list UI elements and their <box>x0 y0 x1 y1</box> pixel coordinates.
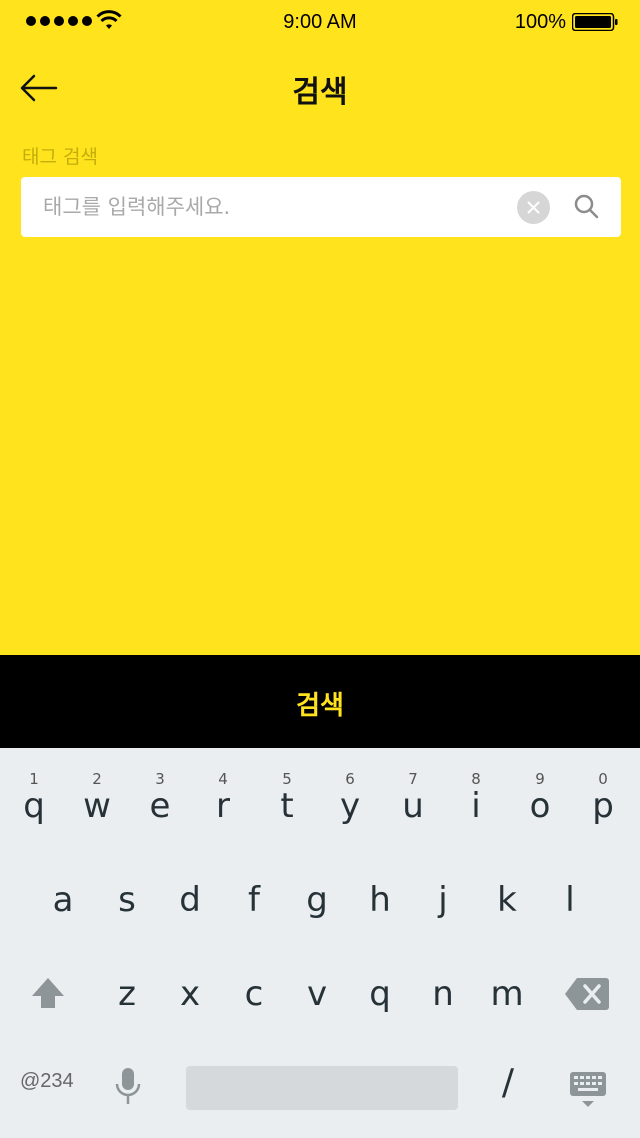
key-label: l <box>565 880 575 920</box>
submit-search-button[interactable]: 검색 <box>0 655 640 748</box>
shift-key[interactable] <box>28 974 68 1014</box>
search-button[interactable] <box>573 193 601 221</box>
key-label: m <box>490 974 524 1014</box>
key-label: q <box>369 974 391 1014</box>
submit-search-label: 검색 <box>296 691 344 721</box>
key-label: h <box>369 880 391 920</box>
microphone-icon <box>115 1068 141 1104</box>
key-label: z <box>118 974 136 1014</box>
key-label: j <box>438 880 448 920</box>
status-bar: 9:00 AM 100% <box>0 0 640 44</box>
key-s[interactable]: s <box>95 860 159 940</box>
slash-key[interactable]: / <box>492 1062 524 1112</box>
close-circle-icon <box>527 201 540 214</box>
key-f[interactable]: f <box>222 860 286 940</box>
key-label: r <box>216 786 230 826</box>
battery-percent: 100% <box>514 11 566 33</box>
key-label: o <box>529 786 551 826</box>
key-w[interactable]: 2w <box>65 748 129 828</box>
key-u[interactable]: 7u <box>381 748 445 828</box>
key-p[interactable]: 0p <box>571 748 635 828</box>
keyboard: 1q 2w 3e 4r 5t 6y 7u 8i 9o 0p a s d f g … <box>0 748 640 1138</box>
key-g[interactable]: g <box>285 860 349 940</box>
key-label: c <box>244 974 264 1014</box>
key-n[interactable]: n <box>411 954 475 1034</box>
mic-key[interactable] <box>112 1064 144 1108</box>
key-y[interactable]: 6y <box>318 748 382 828</box>
key-label: a <box>52 880 74 920</box>
clear-button[interactable] <box>517 191 550 224</box>
key-o[interactable]: 9o <box>508 748 572 828</box>
key-label: s <box>118 880 136 920</box>
key-label: q <box>23 786 45 826</box>
search-icon <box>574 194 599 219</box>
key-l[interactable]: l <box>538 860 602 940</box>
key-label: k <box>497 880 517 920</box>
hide-keyboard-key[interactable] <box>568 1068 608 1112</box>
key-z[interactable]: z <box>95 954 159 1034</box>
header: 검색 <box>0 52 640 122</box>
key-m[interactable]: m <box>475 954 539 1034</box>
key-label: i <box>471 786 481 826</box>
key-c[interactable]: c <box>222 954 286 1034</box>
key-label: w <box>83 786 111 826</box>
key-label: d <box>179 880 201 920</box>
key-x[interactable]: x <box>158 954 222 1034</box>
search-box <box>21 177 621 237</box>
key-v[interactable]: v <box>285 954 349 1034</box>
keyboard-hide-icon <box>570 1072 606 1107</box>
key-label: g <box>306 880 328 920</box>
search-label: 태그 검색 <box>22 146 98 168</box>
key-label: f <box>248 880 260 920</box>
key-d[interactable]: d <box>158 860 222 940</box>
search-input[interactable] <box>43 177 513 237</box>
key-a[interactable]: a <box>31 860 95 940</box>
key-label: p <box>592 786 614 826</box>
key-t[interactable]: 5t <box>255 748 319 828</box>
battery-icon <box>572 13 618 31</box>
key-r[interactable]: 4r <box>191 748 255 828</box>
key-label: v <box>306 974 328 1014</box>
key-q2[interactable]: q <box>348 954 412 1034</box>
backspace-key[interactable] <box>564 976 610 1012</box>
key-label: e <box>149 786 171 826</box>
key-label: x <box>179 974 201 1014</box>
key-j[interactable]: j <box>411 860 475 940</box>
key-label: n <box>432 974 454 1014</box>
key-label: u <box>402 786 424 826</box>
space-key[interactable] <box>186 1066 458 1110</box>
key-k[interactable]: k <box>475 860 539 940</box>
key-i[interactable]: 8i <box>444 748 508 828</box>
key-e[interactable]: 3e <box>128 748 192 828</box>
key-h[interactable]: h <box>348 860 412 940</box>
symbols-key[interactable]: @234 <box>20 1070 74 1093</box>
backspace-icon <box>565 978 609 1010</box>
page-title: 검색 <box>292 75 348 110</box>
key-label: t <box>280 786 294 826</box>
key-label: y <box>339 786 361 826</box>
shift-arrow-icon <box>32 978 64 1008</box>
key-q[interactable]: 1q <box>2 748 66 828</box>
